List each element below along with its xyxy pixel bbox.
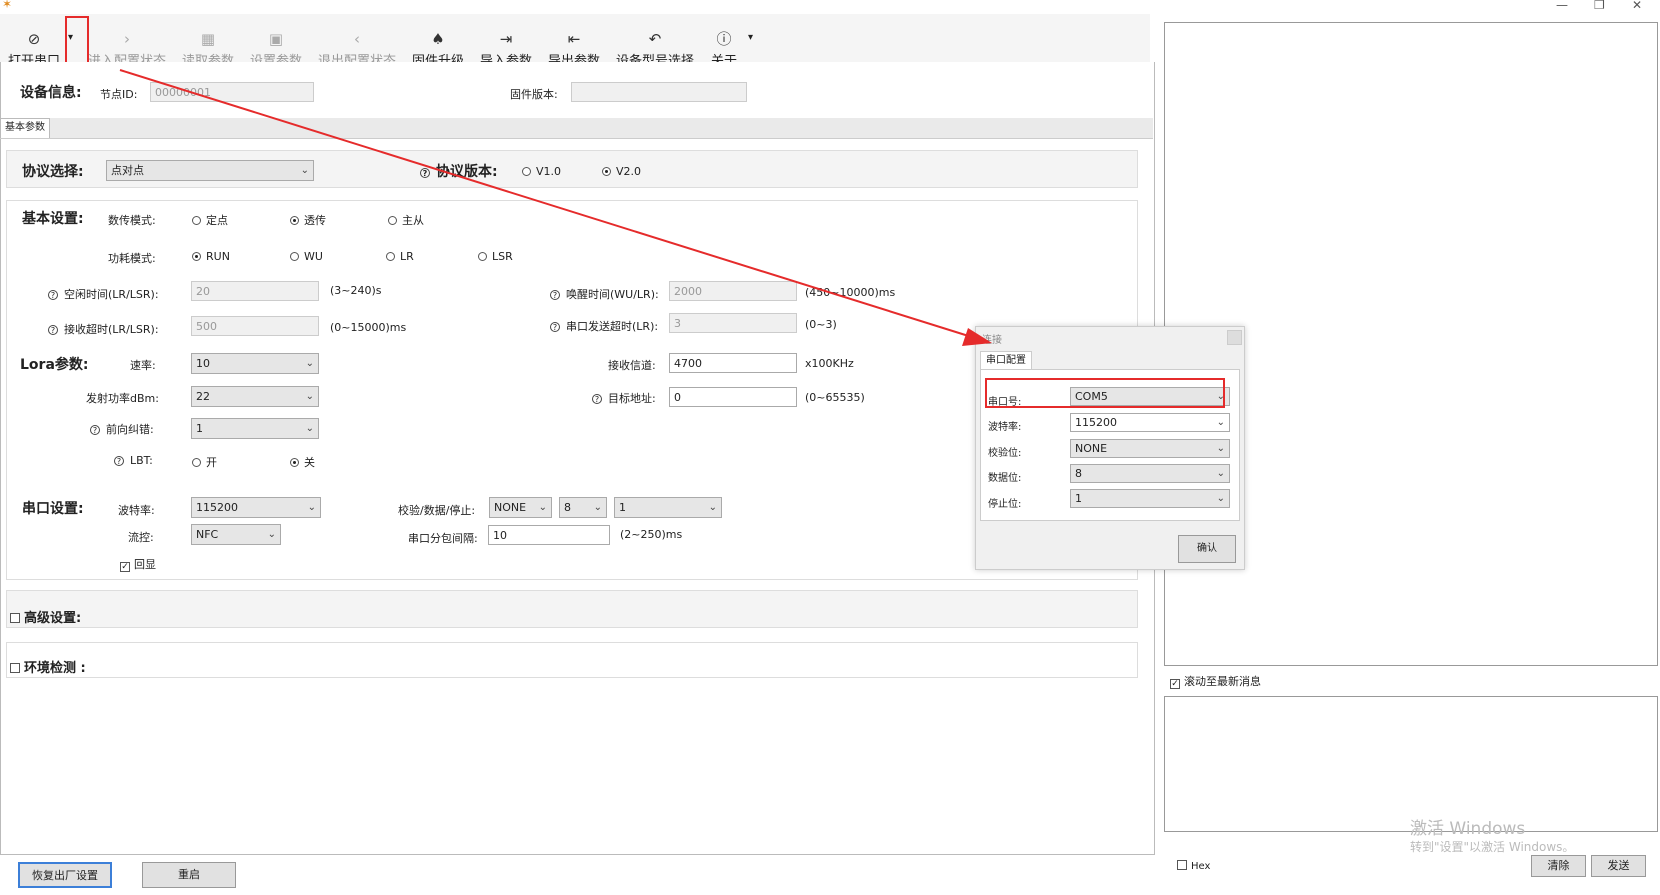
annotation-arrow-head xyxy=(962,328,992,346)
annotation-arrow xyxy=(119,69,992,346)
annotation-arrow-line xyxy=(119,69,976,339)
